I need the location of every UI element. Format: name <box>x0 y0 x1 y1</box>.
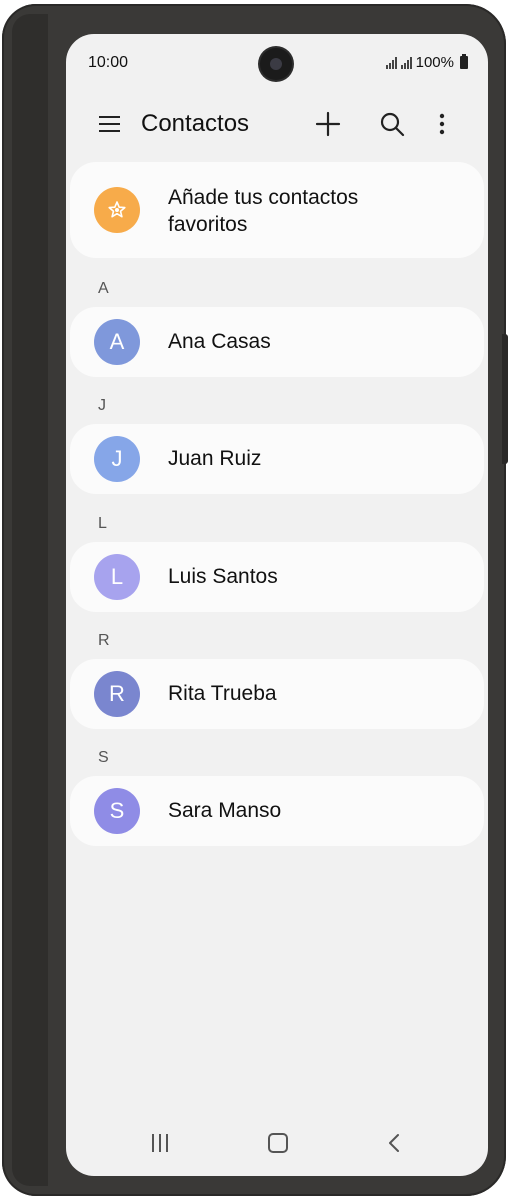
back-icon[interactable] <box>386 1132 402 1154</box>
contact-name: Juan Ruiz <box>168 447 262 470</box>
section-header-s: S <box>98 749 109 766</box>
contact-name: Rita Trueba <box>168 682 277 705</box>
phone-hinge <box>12 14 48 1186</box>
section-header-r: R <box>98 632 110 649</box>
avatar: R <box>94 671 140 717</box>
avatar: A <box>94 319 140 365</box>
battery-percent: 100% <box>415 54 454 71</box>
contact-name: Sara Manso <box>168 799 282 822</box>
contact-name: Luis Santos <box>168 565 278 588</box>
favorites-avatar <box>94 187 140 233</box>
add-favorites-card[interactable]: Añade tus contactos favoritos <box>70 162 484 258</box>
app-bar: Contactos <box>66 94 488 154</box>
avatar: J <box>94 436 140 482</box>
recents-icon[interactable] <box>150 1134 170 1152</box>
status-time: 10:00 <box>88 54 129 71</box>
avatar: L <box>94 554 140 600</box>
section-header-a: A <box>98 280 109 297</box>
signal-icon <box>385 56 397 69</box>
contact-item-rita-trueba[interactable]: R Rita Trueba <box>70 659 484 729</box>
more-vertical-icon[interactable] <box>428 108 456 140</box>
contact-item-ana-casas[interactable]: A Ana Casas <box>70 307 484 377</box>
battery-icon <box>460 54 468 69</box>
home-icon[interactable] <box>268 1133 288 1153</box>
phone-frame: 10:00 100% Contactos Añade tus contactos… <box>2 4 508 1196</box>
page-title: Contactos <box>141 110 250 137</box>
favorites-label: Añade tus contactos favoritos <box>168 186 359 236</box>
status-bar: 10:00 100% <box>66 34 488 94</box>
signal-icon <box>400 56 412 69</box>
status-indicators: 100% <box>385 54 468 71</box>
section-header-l: L <box>98 515 107 532</box>
side-button <box>502 334 508 464</box>
avatar: S <box>94 788 140 834</box>
screen: 10:00 100% Contactos Añade tus contactos… <box>66 34 488 1176</box>
contact-name: Ana Casas <box>168 330 271 353</box>
contact-item-sara-manso[interactable]: S Sara Manso <box>70 776 484 846</box>
section-header-j: J <box>98 397 106 414</box>
navigation-bar <box>66 1112 488 1176</box>
add-icon[interactable] <box>312 108 344 140</box>
contact-item-juan-ruiz[interactable]: J Juan Ruiz <box>70 424 484 494</box>
star-icon <box>108 201 126 218</box>
menu-icon[interactable] <box>96 110 124 138</box>
contact-item-luis-santos[interactable]: L Luis Santos <box>70 542 484 612</box>
front-camera <box>260 48 292 80</box>
search-icon[interactable] <box>376 108 408 140</box>
